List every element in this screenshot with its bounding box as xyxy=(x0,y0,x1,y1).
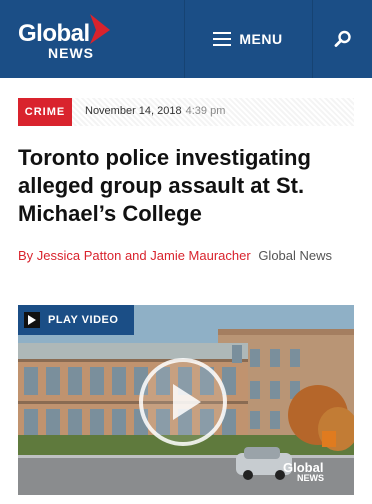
watermark-news: NEWS xyxy=(297,473,324,483)
article-title: Toronto police investigating alleged gro… xyxy=(18,145,311,226)
global-news-logo[interactable]: Global NEWS xyxy=(18,14,128,64)
menu-label: MENU xyxy=(239,31,283,47)
play-video-text: PLAY VIDEO xyxy=(48,314,119,326)
category-badge[interactable]: CRIME xyxy=(18,98,72,126)
publish-date: November 14, 2018 4:39 pm xyxy=(85,105,225,117)
play-icon xyxy=(24,312,40,328)
play-video-label[interactable]: PLAY VIDEO xyxy=(18,305,134,335)
byline: By Jessica Patton and Jamie Mauracher Gl… xyxy=(18,246,358,266)
byline-prefix: By xyxy=(18,248,34,263)
article-meta: CRIME November 14, 2018 4:39 pm xyxy=(18,98,354,126)
publish-time: 4:39 pm xyxy=(185,105,226,117)
hamburger-icon xyxy=(213,32,232,46)
byline-authors[interactable]: Jessica Patton and Jamie Mauracher xyxy=(37,248,251,263)
play-circle-icon[interactable] xyxy=(137,356,229,448)
logo-global-text: Global xyxy=(18,20,90,47)
menu-button[interactable]: MENU xyxy=(184,0,312,78)
logo-news-text: NEWS xyxy=(48,45,94,61)
global-news-logo-mark xyxy=(90,14,110,44)
video-watermark: Global NEWS xyxy=(283,459,324,483)
byline-source: Global News xyxy=(258,248,333,263)
site-header: Global NEWS MENU xyxy=(0,0,372,78)
publish-date-text: November 14, 2018 xyxy=(85,105,182,117)
video-player[interactable]: PLAY VIDEO Global NEWS xyxy=(18,305,354,495)
search-icon xyxy=(334,30,351,47)
search-button[interactable] xyxy=(313,0,372,78)
